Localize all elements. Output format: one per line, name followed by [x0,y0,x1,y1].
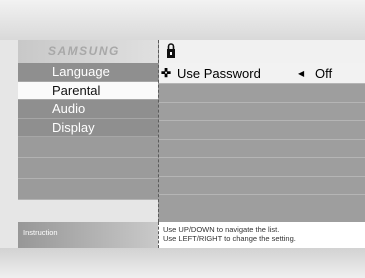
use-password-value[interactable]: Off [315,63,332,84]
osd-screen: SAMSUNG Language Parental Audio Display … [0,0,365,278]
settings-header [159,40,365,63]
instruction-label: Instruction [18,222,158,248]
settings-row [159,140,365,158]
instruction-line-1: Use UP/DOWN to navigate the list. [163,225,280,234]
instruction-text: Use UP/DOWN to navigate the list. Use LE… [158,222,365,248]
logo-row: SAMSUNG [18,40,158,63]
menu-empty-row [18,179,158,200]
left-arrow-icon[interactable]: ◀ [298,63,304,84]
settings-row [159,158,365,177]
menu-empty-row [18,158,158,179]
menu-empty-row [18,137,158,158]
menu-item-parental[interactable]: Parental [18,81,158,100]
top-border [0,0,365,40]
settings-row [159,103,365,121]
settings-row [159,121,365,140]
use-password-label: Use Password [177,66,261,81]
menu-item-display[interactable]: Display [18,118,158,137]
menu-item-audio[interactable]: Audio [18,100,158,119]
lock-icon [167,43,175,58]
cursor-icon: ✜ [161,66,172,80]
settings-panel: ✜ Use Password ◀ Off [158,40,365,222]
use-password-row[interactable]: ✜ Use Password ◀ Off [159,63,365,84]
menu-panel: SAMSUNG Language Parental Audio Display [18,40,158,248]
bottom-border [0,248,365,278]
settings-row [159,177,365,195]
settings-row [159,84,365,103]
menu-item-language[interactable]: Language [18,63,158,82]
brand-logo: SAMSUNG [48,44,120,58]
instruction-line-2: Use LEFT/RIGHT to change the setting. [163,234,296,243]
